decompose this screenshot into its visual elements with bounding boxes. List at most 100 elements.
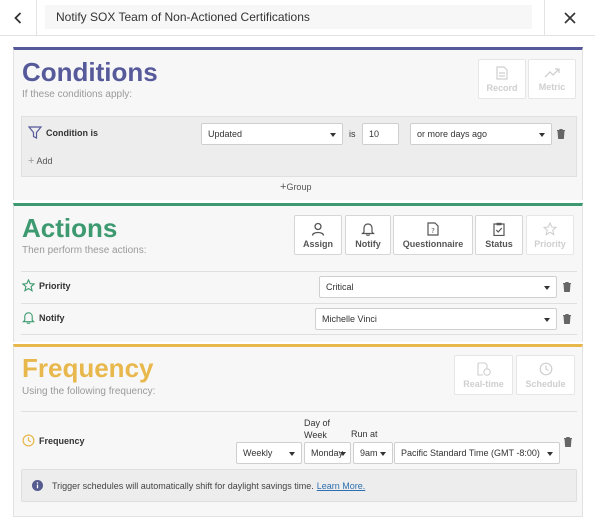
day-of-week-header: Day of Week [304, 417, 330, 441]
actions-subtitle: Then perform these actions: [22, 245, 147, 256]
action-row-priority-label: Priority [22, 279, 71, 292]
back-button[interactable] [0, 0, 37, 36]
questionnaire-icon: ? [427, 221, 439, 236]
status-button-label: Status [485, 238, 513, 249]
clock-icon [539, 362, 552, 375]
trash-icon[interactable] [563, 314, 571, 324]
trigger-title-input[interactable]: Notify SOX Team of Non-Actioned Certific… [45, 5, 532, 29]
notify-select[interactable]: Michelle Vinci [315, 308, 557, 330]
condition-label: Condition is [28, 126, 98, 139]
condition-field-select[interactable]: Updated [201, 123, 343, 145]
divider [21, 303, 577, 304]
divider [21, 411, 577, 412]
run-at-select[interactable]: 9am [353, 442, 393, 464]
frequency-row-label: Frequency [22, 434, 85, 447]
metric-button-label: Metric [538, 81, 566, 92]
condition-qualifier-select[interactable]: or more days ago [410, 123, 552, 145]
day-of-week-header-line2: Week [304, 430, 327, 440]
record-button[interactable]: Record [478, 59, 526, 99]
conditions-title: Conditions [22, 57, 158, 87]
add-condition-label: Add [36, 156, 53, 166]
realtime-button-label: Real-time [463, 378, 504, 389]
questionnaire-button-label: Questionnaire [402, 238, 464, 249]
day-of-week-header-line1: Day of [304, 418, 331, 428]
action-row-notify-label: Notify [22, 311, 65, 324]
timezone-select[interactable]: Pacific Standard Time (GMT -8:00) [394, 442, 560, 464]
run-at-value: 9am [360, 448, 378, 458]
trash-icon[interactable] [564, 437, 572, 447]
realtime-button[interactable]: Real-time [454, 355, 513, 395]
status-button[interactable]: Status [475, 215, 523, 255]
svg-text:?: ? [431, 227, 435, 235]
schedule-button[interactable]: Schedule [516, 355, 575, 395]
action-row-notify-text: Notify [39, 312, 65, 323]
chevron-down-icon [289, 452, 295, 456]
condition-label-text: Condition is [46, 127, 98, 138]
trash-icon[interactable] [563, 282, 571, 292]
document-clock-icon [476, 361, 491, 376]
schedule-button-label: Schedule [525, 378, 566, 389]
user-icon [311, 222, 325, 236]
conditions-section: Conditions If these conditions apply: Re… [13, 47, 583, 200]
chevron-down-icon [544, 318, 550, 322]
priority-button-label: Priority [534, 238, 566, 249]
frequency-period-value: Weekly [243, 448, 273, 458]
notify-value: Michelle Vinci [322, 314, 377, 324]
day-of-week-select[interactable]: Monday [304, 442, 351, 464]
frequency-title: Frequency [22, 353, 154, 383]
trend-icon [544, 67, 560, 77]
metric-button[interactable]: Metric [528, 59, 576, 99]
priority-button[interactable]: Priority [526, 215, 574, 255]
plus-icon: + [28, 155, 35, 167]
chevron-down-icon [539, 133, 545, 137]
add-group-button[interactable]: +Group [280, 181, 311, 193]
bell-icon [361, 222, 375, 236]
divider [21, 334, 577, 335]
chevron-down-icon [340, 452, 346, 456]
frequency-row-text: Frequency [39, 435, 85, 446]
close-icon [564, 12, 576, 24]
add-group-label: Group [286, 182, 312, 192]
star-icon [22, 279, 35, 292]
learn-more-link[interactable]: Learn More. [317, 481, 366, 491]
chevron-down-icon [544, 286, 550, 290]
notify-button[interactable]: Notify [345, 215, 391, 255]
condition-field-value: Updated [208, 129, 243, 139]
condition-operator: is [349, 129, 356, 139]
chevron-down-icon [330, 133, 336, 137]
trigger-editor: Notify SOX Team of Non-Actioned Certific… [0, 0, 595, 519]
assign-button-label: Assign [302, 238, 333, 249]
clipboard-check-icon [493, 222, 505, 236]
bell-icon [22, 312, 35, 324]
chevron-down-icon [547, 452, 553, 456]
conditions-subtitle: If these conditions apply: [22, 89, 133, 100]
trash-icon[interactable] [557, 129, 565, 139]
chevron-left-icon [14, 12, 22, 24]
filter-icon [28, 126, 42, 139]
header-bar: Notify SOX Team of Non-Actioned Certific… [0, 0, 595, 36]
questionnaire-button[interactable]: ? Questionnaire [393, 215, 473, 255]
run-at-header: Run at [351, 429, 378, 439]
frequency-period-select[interactable]: Weekly [236, 442, 302, 464]
chevron-down-icon [380, 452, 386, 456]
timezone-value: Pacific Standard Time (GMT -8:00) [401, 448, 540, 458]
priority-select[interactable]: Critical [319, 276, 557, 298]
record-button-label: Record [486, 82, 518, 93]
priority-value: Critical [326, 282, 354, 292]
assign-button[interactable]: Assign [294, 215, 342, 255]
condition-group: Condition is Updated is 10 or more days … [21, 116, 577, 177]
document-icon [496, 65, 508, 80]
clock-icon [22, 434, 35, 447]
frequency-section: Frequency Using the following frequency:… [13, 344, 583, 517]
condition-value: 10 [369, 129, 380, 139]
condition-value-input[interactable]: 10 [362, 123, 399, 145]
actions-title: Actions [22, 213, 118, 243]
star-icon [543, 221, 557, 236]
action-row-priority-text: Priority [39, 280, 71, 291]
day-of-week-value: Monday [311, 448, 344, 458]
add-condition-button[interactable]: + Add [28, 155, 52, 167]
condition-qualifier-value: or more days ago [417, 129, 488, 139]
close-button[interactable] [544, 0, 595, 36]
notify-button-label: Notify [355, 238, 381, 249]
divider [21, 271, 577, 272]
